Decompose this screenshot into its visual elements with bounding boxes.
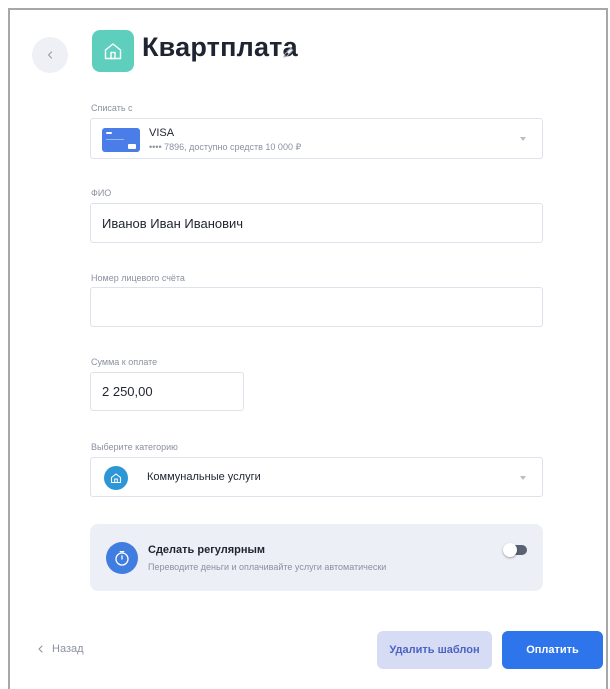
category-select[interactable]: Коммунальные услуги xyxy=(90,457,543,497)
back-circle-button[interactable] xyxy=(32,37,68,73)
amount-value: 2 250,00 xyxy=(102,384,153,399)
back-label: Назад xyxy=(52,643,84,655)
payment-form-window: Квартплата Списать с VISA •••• 7896, дос… xyxy=(8,8,608,689)
pay-button[interactable]: Оплатить xyxy=(502,631,603,669)
full-name-field[interactable]: Иванов Иван Иванович xyxy=(90,203,543,243)
amount-field[interactable]: 2 250,00 xyxy=(90,372,244,411)
category-label: Выберите категорию xyxy=(91,442,178,452)
delete-template-button[interactable]: Удалить шаблон xyxy=(377,631,492,669)
account-number-label: Номер лицевого счёта xyxy=(91,273,185,283)
stopwatch-icon xyxy=(115,550,129,566)
category-value: Коммунальные услуги xyxy=(147,471,261,483)
make-regular-subtitle: Переводите деньги и оплачивайте услуги а… xyxy=(148,562,387,572)
back-link[interactable]: Назад xyxy=(37,643,84,655)
debit-from-label: Списать с xyxy=(91,103,133,113)
full-name-label: ФИО xyxy=(91,188,112,198)
chevron-left-icon xyxy=(47,51,53,59)
timer-icon xyxy=(106,542,138,574)
page-title: Квартплата xyxy=(142,32,298,62)
make-regular-title: Сделать регулярным xyxy=(148,544,266,556)
chevron-down-icon[interactable] xyxy=(520,137,526,141)
make-regular-card: Сделать регулярным Переводите деньги и о… xyxy=(90,524,543,591)
toggle-knob xyxy=(503,543,517,557)
house-tile-icon xyxy=(92,30,134,72)
bank-card-icon xyxy=(102,128,140,152)
regular-toggle[interactable] xyxy=(503,543,527,557)
full-name-value: Иванов Иван Иванович xyxy=(102,216,244,231)
house-icon xyxy=(110,473,122,484)
category-house-icon xyxy=(104,466,128,490)
card-select[interactable]: VISA •••• 7896, доступно средств 10 000 … xyxy=(90,118,543,159)
card-details: •••• 7896, доступно средств 10 000 ₽ xyxy=(149,142,302,152)
amount-label: Сумма к оплате xyxy=(91,357,158,367)
account-number-field[interactable] xyxy=(90,287,543,327)
chevron-down-icon[interactable] xyxy=(520,476,526,480)
house-icon xyxy=(104,43,122,60)
card-brand: VISA xyxy=(149,127,175,139)
edit-pencil-icon[interactable] xyxy=(282,46,295,59)
chevron-left-icon xyxy=(38,645,43,653)
